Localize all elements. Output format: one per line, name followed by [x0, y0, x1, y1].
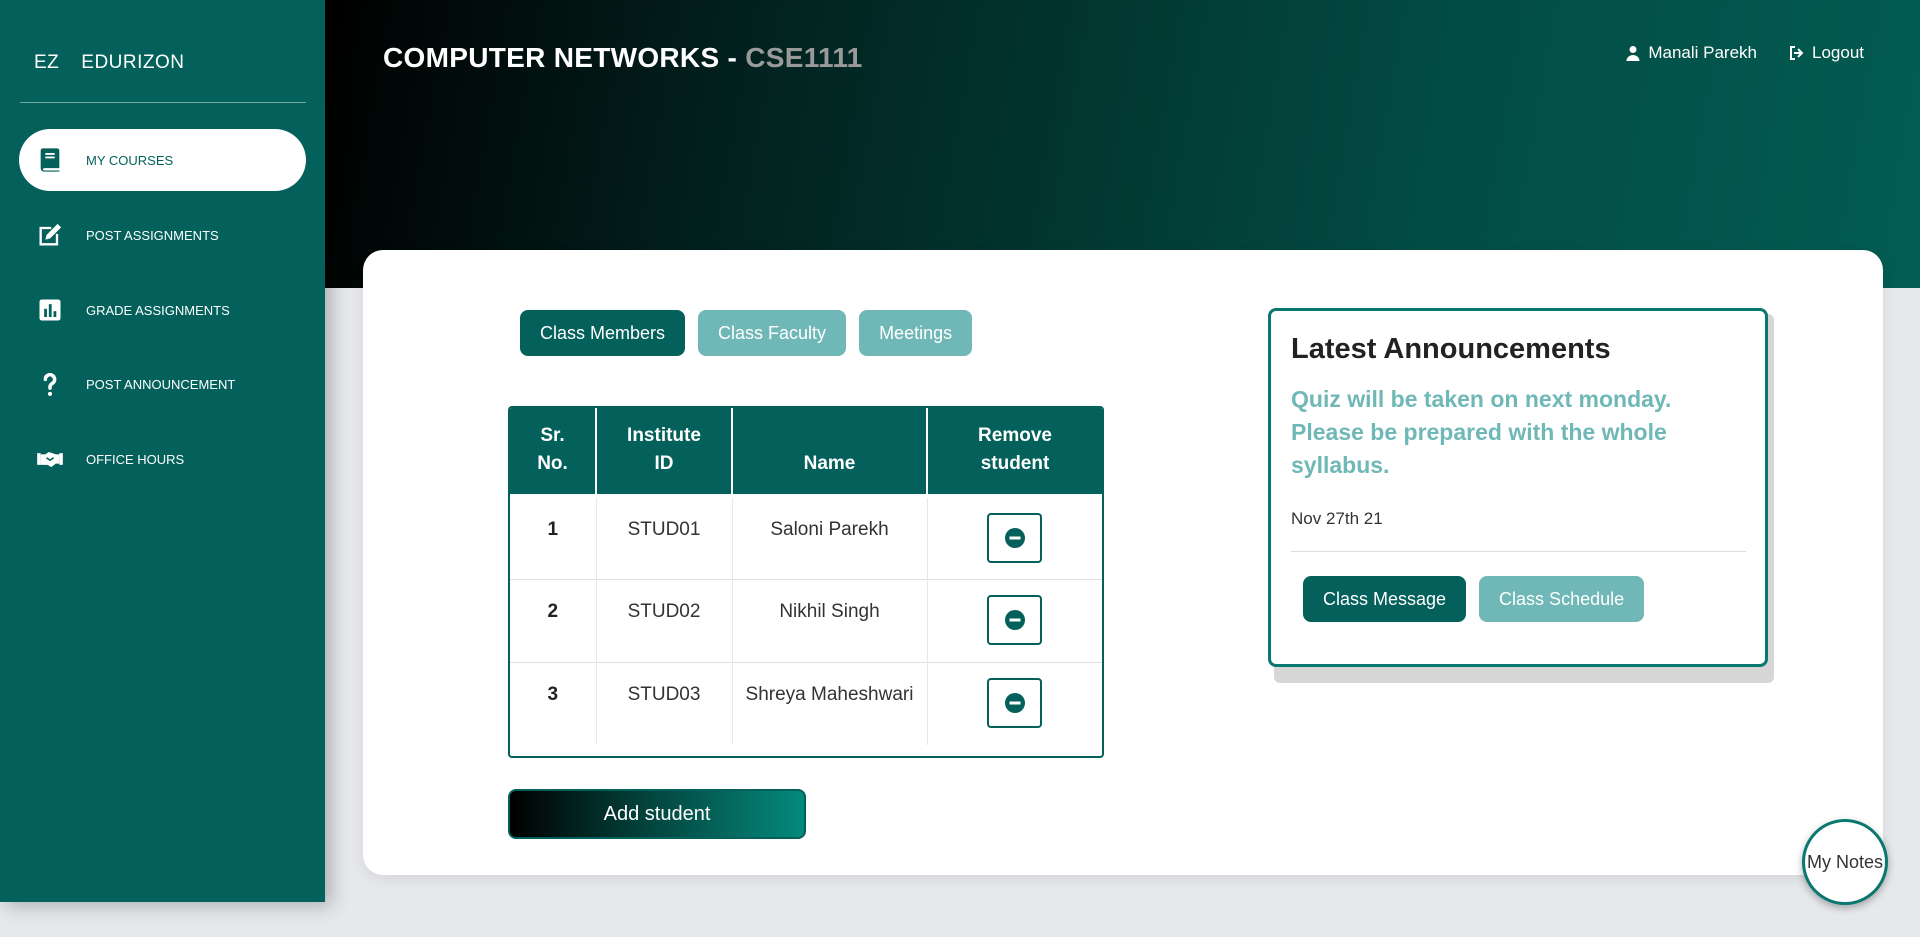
table-row: 3 STUD03 Shreya Maheshwari — [510, 661, 1102, 745]
remove-student-button[interactable] — [987, 677, 1043, 728]
bar-chart-icon — [34, 294, 66, 326]
cell-name: Shreya Maheshwari — [732, 661, 928, 745]
column-header-sr-no: Sr. No. — [510, 408, 597, 496]
cell-sr-no: 2 — [510, 578, 597, 662]
main-card: Class Members Class Faculty Meetings Sr.… — [363, 250, 1883, 875]
sidebar-item-grade-assignments[interactable]: GRADE ASSIGNMENTS — [19, 279, 306, 341]
cell-name: Nikhil Singh — [732, 578, 928, 662]
course-name: COMPUTER NETWORKS - — [383, 42, 746, 73]
cell-institute-id: STUD02 — [596, 578, 733, 662]
user-icon — [1626, 46, 1640, 61]
brand-short: EZ — [34, 52, 60, 73]
tab-class-members[interactable]: Class Members — [520, 310, 686, 356]
announcement-message: Quiz will be taken on next monday. Pleas… — [1291, 386, 1672, 478]
cell-remove — [927, 661, 1102, 745]
announcements-panel: Latest Announcements Quiz will be taken … — [1268, 308, 1768, 667]
tab-class-faculty[interactable]: Class Faculty — [698, 310, 847, 356]
announcement-divider — [1291, 551, 1746, 552]
announcement-date: Nov 27th 21 — [1291, 509, 1383, 528]
table-row: 1 STUD01 Saloni Parekh — [510, 494, 1102, 579]
book-icon — [34, 144, 66, 176]
user-menu: Manali Parekh Logout — [1625, 43, 1864, 63]
remove-student-button[interactable] — [987, 594, 1043, 645]
cell-institute-id: STUD03 — [596, 661, 733, 745]
course-code: CSE1111 — [745, 42, 863, 73]
logout-label: Logout — [1812, 43, 1864, 62]
tab-meetings[interactable]: Meetings — [859, 310, 973, 356]
cell-sr-no: 1 — [510, 494, 597, 579]
logout-link[interactable]: Logout — [1789, 43, 1864, 63]
sidebar-divider — [20, 102, 306, 103]
cell-remove — [927, 494, 1102, 579]
question-icon — [34, 368, 66, 400]
minus-circle-icon — [1004, 528, 1025, 548]
sidebar-item-label: GRADE ASSIGNMENTS — [86, 302, 230, 318]
announcement-actions: Class Message Class Schedule — [1303, 576, 1645, 622]
minus-circle-icon — [1004, 692, 1025, 713]
user-profile-link[interactable]: Manali Parekh — [1625, 43, 1757, 63]
sidebar-item-label: POST ANNOUNCEMENT — [86, 376, 236, 392]
brand-logo[interactable]: EZ EDURIZON — [34, 52, 185, 74]
table-header-row: Sr. No. Institute ID Name Remove student — [510, 408, 1102, 496]
table-row: 2 STUD02 Nikhil Singh — [510, 578, 1102, 662]
edit-icon — [34, 219, 66, 251]
handshake-icon — [34, 443, 66, 475]
tab-bar: Class Members Class Faculty Meetings — [520, 310, 973, 356]
minus-circle-icon — [1004, 609, 1025, 630]
sidebar: EZ EDURIZON MY COURSES POST ASSIGNMENTS … — [0, 0, 325, 902]
column-header-institute-id: Institute ID — [596, 408, 733, 496]
sidebar-item-my-courses[interactable]: MY COURSES — [19, 129, 306, 191]
add-student-button[interactable]: Add student — [508, 789, 806, 839]
page-title: COMPUTER NETWORKS - CSE1111 — [383, 42, 863, 74]
sidebar-item-post-announcement[interactable]: POST ANNOUNCEMENT — [19, 353, 306, 415]
class-schedule-button[interactable]: Class Schedule — [1479, 576, 1645, 622]
cell-sr-no: 3 — [510, 661, 597, 745]
class-members-table: Sr. No. Institute ID Name Remove student 1 … — [508, 406, 1104, 758]
cell-remove — [927, 578, 1102, 662]
sidebar-item-office-hours[interactable]: OFFICE HOURS — [19, 428, 306, 490]
column-header-name: Name — [732, 408, 928, 496]
column-header-remove-student: Remove student — [927, 408, 1102, 496]
cell-name: Saloni Parekh — [732, 494, 928, 579]
class-message-button[interactable]: Class Message — [1303, 576, 1467, 622]
sidebar-item-label: POST ASSIGNMENTS — [86, 227, 219, 243]
logout-icon — [1790, 46, 1804, 60]
my-notes-button[interactable]: My Notes — [1802, 819, 1888, 905]
sidebar-item-post-assignments[interactable]: POST ASSIGNMENTS — [19, 204, 306, 266]
remove-student-button[interactable] — [987, 513, 1043, 563]
cell-institute-id: STUD01 — [596, 494, 733, 579]
sidebar-item-label: OFFICE HOURS — [86, 451, 185, 467]
announcements-title: Latest Announcements — [1291, 333, 1611, 365]
brand-name: EDURIZON — [81, 52, 185, 73]
sidebar-item-label: MY COURSES — [86, 152, 174, 168]
user-name: Manali Parekh — [1648, 43, 1757, 62]
